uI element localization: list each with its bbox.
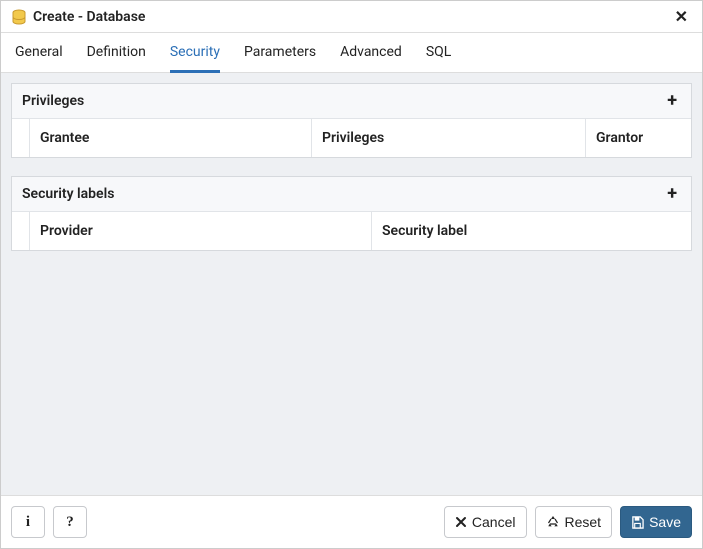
dialog-footer: i ? Cancel Reset — [1, 495, 702, 548]
security-labels-col-provider: Provider — [30, 212, 372, 250]
security-labels-panel: Security labels + Provider Security labe… — [11, 176, 692, 251]
security-labels-title: Security labels — [22, 186, 114, 202]
privileges-columns: Grantee Privileges Grantor — [12, 119, 691, 157]
reset-button[interactable]: Reset — [535, 506, 613, 538]
privileges-header: Privileges + — [12, 84, 691, 119]
privileges-col-grantor: Grantor — [586, 119, 691, 157]
save-label: Save — [649, 515, 681, 529]
database-icon — [11, 9, 27, 25]
tab-sql[interactable]: SQL — [426, 34, 451, 73]
dialog-body: Privileges + Grantee Privileges Grantor … — [1, 73, 702, 495]
privileges-col-privileges: Privileges — [312, 119, 586, 157]
help-button[interactable]: ? — [53, 506, 87, 538]
privileges-row-gutter — [12, 119, 30, 157]
info-button[interactable]: i — [11, 506, 45, 538]
reset-label: Reset — [565, 515, 602, 529]
cancel-button[interactable]: Cancel — [444, 506, 527, 538]
tab-parameters[interactable]: Parameters — [244, 34, 316, 73]
tab-general[interactable]: General — [15, 34, 63, 73]
privileges-panel: Privileges + Grantee Privileges Grantor — [11, 83, 692, 158]
add-privilege-button[interactable]: + — [663, 92, 681, 110]
security-labels-col-label: Security label — [372, 212, 691, 250]
recycle-icon — [546, 515, 560, 529]
save-icon — [631, 516, 644, 529]
tab-bar: General Definition Security Parameters A… — [1, 33, 702, 73]
add-security-label-button[interactable]: + — [663, 185, 681, 203]
tab-definition[interactable]: Definition — [87, 34, 146, 73]
tab-advanced[interactable]: Advanced — [340, 34, 402, 73]
privileges-title: Privileges — [22, 93, 84, 109]
create-database-dialog: Create - Database ✕ General Definition S… — [0, 0, 703, 549]
close-icon — [455, 516, 467, 528]
dialog-titlebar: Create - Database ✕ — [1, 1, 702, 33]
close-icon[interactable]: ✕ — [671, 7, 692, 26]
security-labels-row-gutter — [12, 212, 30, 250]
dialog-title: Create - Database — [33, 9, 145, 25]
cancel-label: Cancel — [472, 515, 516, 529]
save-button[interactable]: Save — [620, 506, 692, 538]
security-labels-header: Security labels + — [12, 177, 691, 212]
privileges-col-grantee: Grantee — [30, 119, 312, 157]
security-labels-columns: Provider Security label — [12, 212, 691, 250]
tab-security[interactable]: Security — [170, 34, 220, 73]
